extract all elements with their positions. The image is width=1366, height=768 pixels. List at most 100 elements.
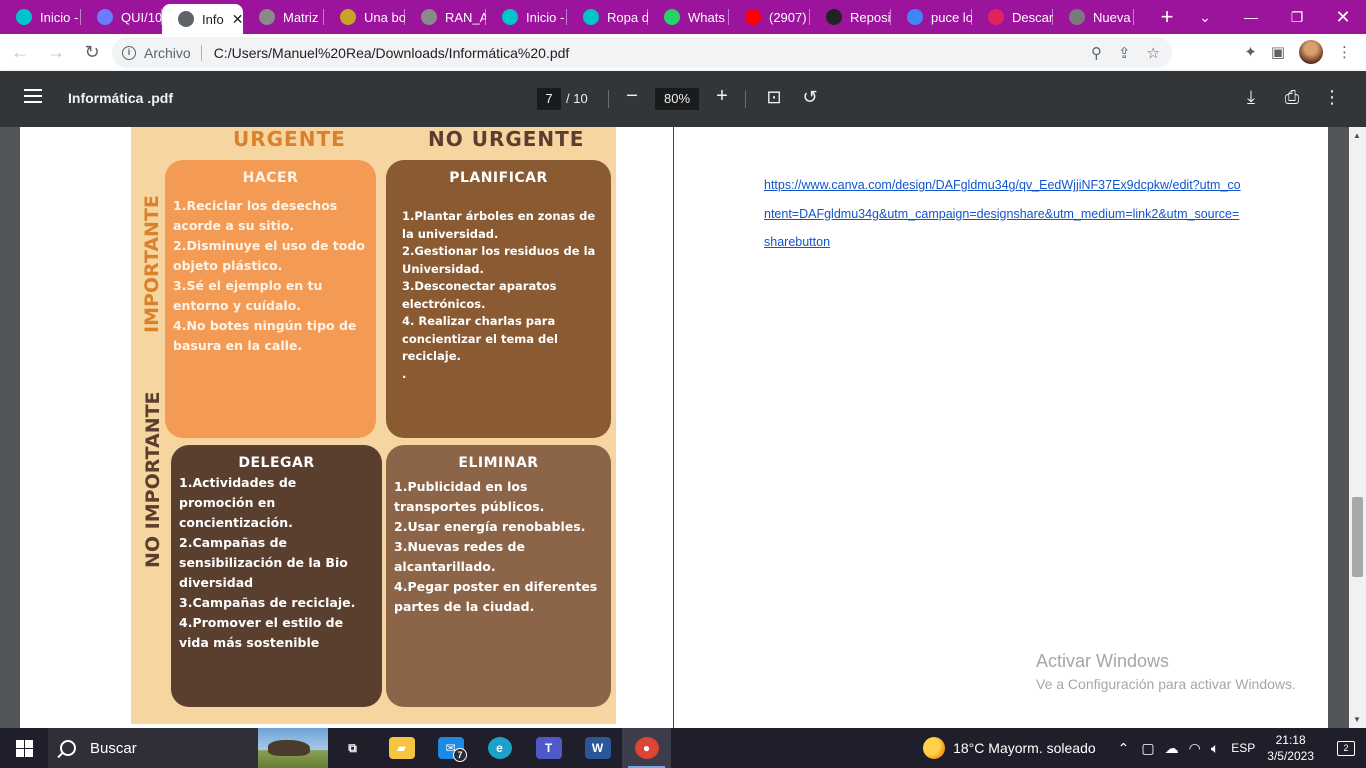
taskbar-app-button[interactable]: ⧉: [328, 728, 377, 768]
share-icon[interactable]: ⇪: [1118, 44, 1131, 62]
mail-badge: 7: [453, 748, 467, 762]
browser-tab[interactable]: puce lo: [891, 0, 972, 34]
windows-activation-watermark: Activar Windows Ve a Configuración para …: [1036, 651, 1296, 692]
fit-page-icon[interactable]: ⊡: [762, 87, 786, 108]
back-button[interactable]: ←: [4, 42, 36, 63]
quadrant-item: 4.No botes ningún tipo de basura en la c…: [173, 318, 357, 353]
close-tab-icon[interactable]: ✕: [232, 11, 243, 28]
taskbar-app-button[interactable]: e: [475, 728, 524, 768]
taskbar-app-button[interactable]: T: [524, 728, 573, 768]
browser-tab[interactable]: Inicio -: [0, 0, 81, 34]
print-icon[interactable]: ⎙: [1280, 87, 1304, 108]
minimize-button[interactable]: —: [1228, 0, 1274, 34]
browser-tab[interactable]: (2907): [729, 0, 810, 34]
address-toolbar: ← → ↻ i Archivo C:/Users/Manuel%20Rea/Do…: [0, 34, 1366, 71]
tab-label: (2907): [769, 9, 807, 25]
rotate-icon[interactable]: ↺: [798, 87, 822, 108]
forward-button[interactable]: →: [40, 42, 72, 63]
onedrive-icon[interactable]: ☁: [1165, 740, 1179, 757]
weather-sun-icon[interactable]: [923, 737, 946, 759]
tab-label: Info: [202, 11, 224, 27]
browser-tab[interactable]: Una bo: [324, 0, 405, 34]
browser-tab[interactable]: Descar: [972, 0, 1053, 34]
meet-icon[interactable]: ▢: [1141, 740, 1154, 757]
windows-icon: [15, 739, 33, 757]
info-icon[interactable]: i: [122, 45, 136, 60]
scroll-up-arrow[interactable]: ▲: [1353, 131, 1361, 140]
scrollbar-thumb[interactable]: [1352, 497, 1363, 577]
taskbar-app-button[interactable]: ●: [622, 728, 671, 768]
language-indicator[interactable]: ESP: [1231, 741, 1255, 755]
browser-tab[interactable]: Whats: [648, 0, 729, 34]
zoom-in-button[interactable]: +: [710, 85, 734, 108]
browser-tab[interactable]: Info ✕: [162, 4, 243, 34]
tab-label: RAN_A: [445, 9, 486, 25]
taskbar-app-button[interactable]: ✉ 7: [426, 728, 475, 768]
new-tab-button[interactable]: +: [1152, 4, 1182, 30]
taskbar-app-button[interactable]: ▰: [377, 728, 426, 768]
more-actions-icon[interactable]: ⋮: [1320, 87, 1344, 108]
tab-label: Reposi: [850, 9, 891, 25]
tab-search-icon[interactable]: ⌄: [1182, 0, 1228, 34]
zoom-out-button[interactable]: −: [620, 85, 644, 108]
search-highlight-image: [258, 728, 328, 768]
tab-label: Descar: [1012, 9, 1053, 25]
canva-link[interactable]: https://www.canva.com/design/DAFgldmu34g…: [764, 171, 1244, 257]
url-text[interactable]: C:/Users/Manuel%20Rea/Downloads/Informát…: [214, 45, 570, 61]
quadrant-item: 1.Reciclar los desechos acorde a su siti…: [173, 198, 338, 233]
volume-icon[interactable]: 🔈︎: [1211, 740, 1219, 757]
quadrant-eliminar: ELIMINAR 1.Publicidad en los transportes…: [386, 445, 611, 707]
reload-button[interactable]: ↻: [76, 42, 108, 63]
puzzle-icon: [97, 9, 113, 25]
whatsapp-icon: [664, 9, 680, 25]
wifi-icon[interactable]: ◠: [1189, 740, 1201, 757]
taskbar-search[interactable]: Buscar: [48, 728, 328, 768]
quadrant-item: 2.Gestionar los residuos de la Universid…: [402, 244, 596, 276]
close-window-button[interactable]: ✕: [1320, 0, 1366, 34]
browser-tab[interactable]: RAN_A: [405, 0, 486, 34]
notification-count: 2: [1337, 740, 1355, 756]
browser-tab[interactable]: QUI/10: [81, 0, 162, 34]
site-icon: [421, 9, 437, 25]
chevron-up-icon[interactable]: ⌃: [1118, 740, 1130, 757]
tab-label: QUI/10: [121, 9, 162, 25]
browser-tab[interactable]: Inicio -: [486, 0, 567, 34]
eisenhower-matrix-image: URGENTE NO URGENTE IMPORTANTE NO IMPORTA…: [131, 127, 616, 724]
download-icon[interactable]: ⤓: [1239, 87, 1263, 108]
quadrant-item: 3.Campañas de reciclaje.: [179, 595, 356, 610]
profile-avatar[interactable]: [1299, 40, 1323, 64]
system-tray: 18°C Mayorm. soleado ⌃ ▢ ☁ ◠ 🔈︎ ESP 21:1…: [923, 728, 1366, 768]
notification-center-button[interactable]: 2: [1326, 740, 1366, 756]
page-number-input[interactable]: 7: [537, 88, 561, 110]
start-button[interactable]: [0, 728, 48, 768]
youtube-icon: [745, 9, 761, 25]
clock[interactable]: 21:18 3/5/2023: [1267, 732, 1314, 764]
quadrant-item: .: [402, 366, 407, 381]
browser-tab[interactable]: Matriz: [243, 0, 324, 34]
sidebar-menu-icon[interactable]: [24, 89, 42, 103]
bookmark-star-icon[interactable]: ☆: [1147, 44, 1160, 62]
omnibox[interactable]: i Archivo C:/Users/Manuel%20Rea/Download…: [112, 37, 1172, 68]
scroll-down-arrow[interactable]: ▼: [1353, 715, 1361, 724]
not-urgent-header: NO URGENTE: [428, 127, 585, 151]
zoom-icon[interactable]: ⚲: [1091, 44, 1102, 62]
browser-tab[interactable]: Ropa d: [567, 0, 648, 34]
d-icon: [826, 9, 842, 25]
pdf-viewer[interactable]: URGENTE NO URGENTE IMPORTANTE NO IMPORTA…: [0, 127, 1366, 728]
zoom-input[interactable]: 80%: [655, 88, 699, 110]
quadrant-item: 4. Realizar charlas para concientizar el…: [402, 314, 558, 363]
extensions-icon[interactable]: ✦: [1244, 43, 1257, 61]
taskbar-app-button[interactable]: W: [573, 728, 622, 768]
tab-label: puce lo: [931, 9, 972, 25]
menu-icon[interactable]: ⋮: [1337, 43, 1352, 61]
quadrant-item: 1.Actividades de promoción en concientiz…: [179, 475, 297, 530]
restore-button[interactable]: ❐: [1274, 0, 1320, 34]
browser-tab[interactable]: Reposi: [810, 0, 891, 34]
vertical-scrollbar[interactable]: ▲ ▼: [1349, 127, 1366, 728]
weather-text[interactable]: 18°C Mayorm. soleado: [953, 740, 1096, 756]
pdf-title: Informática .pdf: [68, 90, 174, 106]
side-panel-icon[interactable]: ▣: [1271, 43, 1285, 61]
browser-tab[interactable]: Nueva: [1053, 0, 1134, 34]
omnibox-separator: [200, 44, 202, 61]
canva-icon: [16, 9, 32, 25]
